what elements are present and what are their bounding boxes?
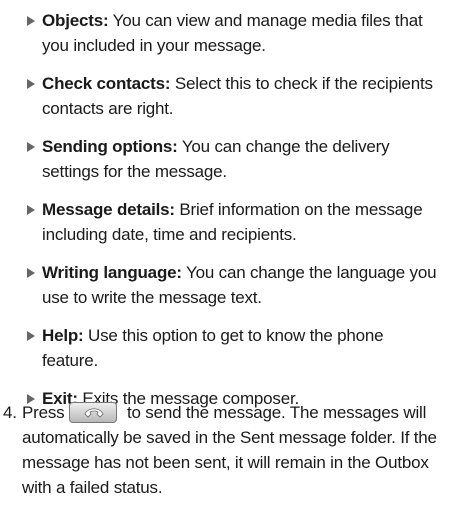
option-sending-options: Sending options: You can change the deli… xyxy=(27,134,437,184)
option-term: Check contacts: xyxy=(42,74,171,93)
message-options-list: Objects: You can view and manage media f… xyxy=(27,8,437,411)
bullet-arrow-icon xyxy=(27,331,35,341)
step-text: Press to send the message. The messages … xyxy=(22,400,443,500)
option-term: Writing language: xyxy=(42,263,182,282)
manual-page: Objects: You can view and manage media f… xyxy=(0,0,452,527)
option-objects: Objects: You can view and manage media f… xyxy=(27,8,437,58)
option-help: Help: Use this option to get to know the… xyxy=(27,323,437,373)
option-description: Use this option to get to know the phone… xyxy=(42,326,384,370)
bullet-arrow-icon xyxy=(27,268,35,278)
option-term: Objects: xyxy=(42,11,109,30)
step-text-before-key: Press xyxy=(22,403,65,422)
option-term: Message details: xyxy=(42,200,175,219)
step-send-message: 4. Press to send the message. The messag… xyxy=(3,400,443,500)
send-key-icon xyxy=(69,402,118,423)
bullet-arrow-icon xyxy=(27,142,35,152)
option-message-details: Message details: Brief information on th… xyxy=(27,197,437,247)
option-writing-language: Writing language: You can change the lan… xyxy=(27,260,437,310)
step-number: 4. xyxy=(3,403,17,422)
bullet-arrow-icon xyxy=(27,205,35,215)
bullet-arrow-icon xyxy=(27,79,35,89)
option-term: Sending options: xyxy=(42,137,178,156)
bullet-arrow-icon xyxy=(27,16,35,26)
option-check-contacts: Check contacts: Select this to check if … xyxy=(27,71,437,121)
option-term: Help: xyxy=(42,326,84,345)
